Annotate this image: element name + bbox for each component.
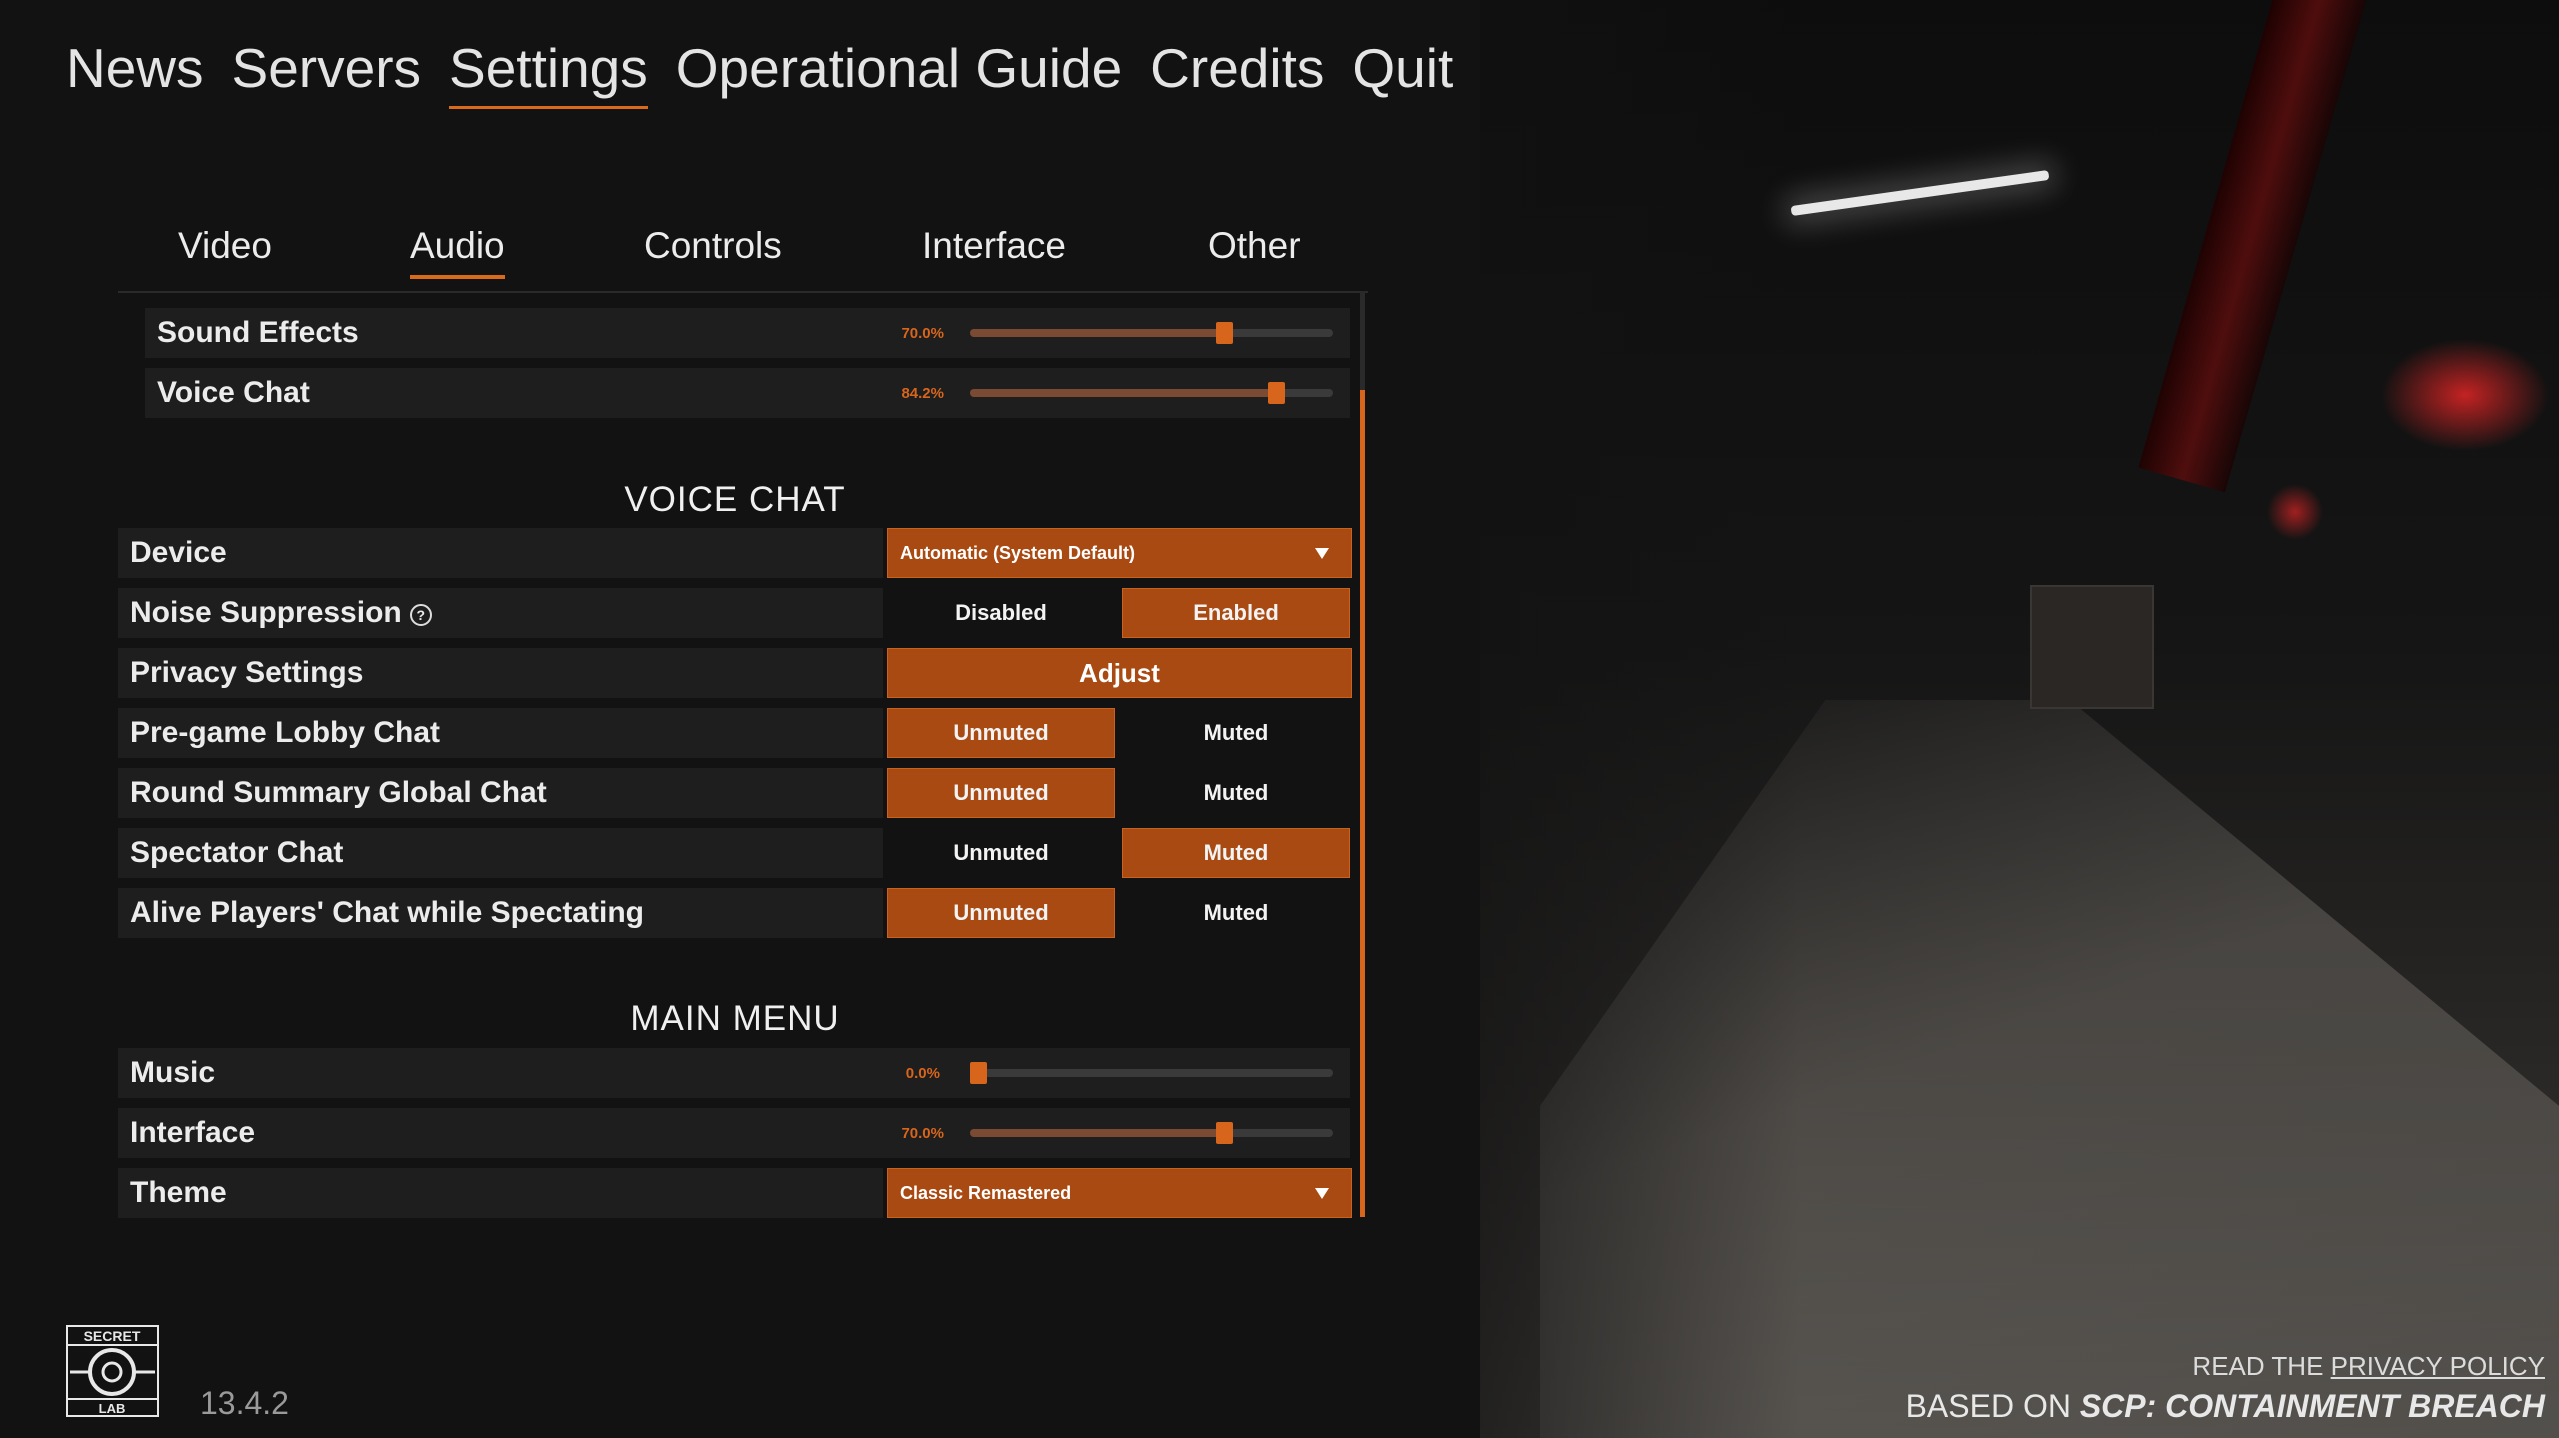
round-summary-chat-row: Round Summary Global Chat <box>118 768 883 818</box>
slider-fill <box>970 389 1276 397</box>
based-prefix: BASED ON <box>1905 1388 2071 1424</box>
settings-tabs: Video Audio Controls Interface Other <box>118 225 1363 285</box>
voice-chat-value: 84.2% <box>901 385 944 402</box>
tab-interface[interactable]: Interface <box>922 225 1066 275</box>
background-fade <box>1300 0 1800 1438</box>
slider-fill <box>970 1129 1225 1137</box>
nav-operational-guide[interactable]: Operational Guide <box>676 36 1122 109</box>
music-label: Music <box>130 1056 216 1089</box>
sound-effects-value: 70.0% <box>901 325 944 342</box>
round-summary-unmuted[interactable]: Unmuted <box>887 768 1115 818</box>
slider-knob[interactable] <box>1267 382 1285 404</box>
logo-text-top: SECRET <box>84 1328 141 1344</box>
slider-knob[interactable] <box>1216 1122 1234 1144</box>
theme-row: Theme <box>118 1168 883 1218</box>
privacy-policy-link[interactable]: PRIVACY POLICY <box>2331 1351 2545 1381</box>
pregame-lobby-chat-row: Pre-game Lobby Chat <box>118 708 883 758</box>
device-dropdown[interactable]: Automatic (System Default) <box>887 528 1352 578</box>
spectator-chat-row: Spectator Chat <box>118 828 883 878</box>
dropdown-arrow-icon <box>1315 547 1329 559</box>
dropdown-arrow-icon <box>1315 1187 1329 1199</box>
voice-chat-label: Voice Chat <box>157 376 310 409</box>
spectator-chat-muted[interactable]: Muted <box>1122 828 1350 878</box>
based-on-credit: BASED ON SCP: CONTAINMENT BREACH <box>1906 1388 2545 1425</box>
music-slider[interactable] <box>970 1062 1333 1084</box>
privacy-adjust-button[interactable]: Adjust <box>887 648 1352 698</box>
privacy-settings-row: Privacy Settings <box>118 648 883 698</box>
device-dropdown-value: Automatic (System Default) <box>900 542 1136 563</box>
device-label: Device <box>130 536 227 569</box>
tab-other[interactable]: Other <box>1208 225 1301 275</box>
voice-chat-slider[interactable] <box>970 382 1333 404</box>
theme-dropdown-value: Classic Remastered <box>900 1182 1072 1203</box>
alive-players-unmuted[interactable]: Unmuted <box>887 888 1115 938</box>
nav-credits[interactable]: Credits <box>1150 36 1324 109</box>
spectator-chat-label: Spectator Chat <box>130 836 344 869</box>
round-summary-muted[interactable]: Muted <box>1122 768 1350 818</box>
pregame-lobby-chat-label: Pre-game Lobby Chat <box>130 716 441 749</box>
section-title-main-menu: MAIN MENU <box>630 999 840 1038</box>
nav-servers[interactable]: Servers <box>232 36 422 109</box>
slider-fill <box>970 329 1225 337</box>
top-nav: News Servers Settings Operational Guide … <box>66 36 1453 109</box>
noise-suppression-disabled[interactable]: Disabled <box>887 588 1115 638</box>
slider-knob[interactable] <box>1216 322 1234 344</box>
noise-suppression-row: Noise Suppression? <box>118 588 883 638</box>
nav-news[interactable]: News <box>66 36 204 109</box>
slider-knob[interactable] <box>970 1062 987 1084</box>
tab-audio[interactable]: Audio <box>410 225 505 279</box>
privacy-notice: READ THE PRIVACY POLICY <box>2192 1351 2545 1382</box>
alive-players-chat-label: Alive Players' Chat while Spectating <box>130 896 644 929</box>
scrollbar-thumb[interactable] <box>1360 390 1365 1217</box>
nav-settings[interactable]: Settings <box>449 36 648 109</box>
interface-label: Interface <box>130 1116 256 1149</box>
round-summary-chat-label: Round Summary Global Chat <box>130 776 547 809</box>
based-game-title: SCP: CONTAINMENT BREACH <box>2079 1388 2545 1424</box>
interface-value: 70.0% <box>901 1125 944 1142</box>
alive-players-chat-row: Alive Players' Chat while Spectating <box>118 888 883 938</box>
help-icon[interactable]: ? <box>409 604 432 626</box>
device-row: Device <box>118 528 883 578</box>
section-title-voice-chat: VOICE CHAT <box>624 480 846 519</box>
noise-suppression-label: Noise Suppression <box>130 596 402 629</box>
sound-effects-slider[interactable] <box>970 322 1333 344</box>
logo-text-bottom: LAB <box>99 1401 126 1416</box>
theme-dropdown[interactable]: Classic Remastered <box>887 1168 1352 1218</box>
nav-quit[interactable]: Quit <box>1352 36 1453 109</box>
tabs-divider <box>118 291 1368 293</box>
interface-slider[interactable] <box>970 1122 1333 1144</box>
pregame-lobby-muted[interactable]: Muted <box>1122 708 1350 758</box>
tab-controls[interactable]: Controls <box>644 225 782 275</box>
noise-suppression-enabled[interactable]: Enabled <box>1122 588 1350 638</box>
background-door <box>2030 585 2154 709</box>
noise-suppression-label-wrap: Noise Suppression? <box>118 596 432 630</box>
version-number: 13.4.2 <box>200 1385 289 1421</box>
spectator-chat-unmuted[interactable]: Unmuted <box>887 828 1115 878</box>
pregame-lobby-unmuted[interactable]: Unmuted <box>887 708 1115 758</box>
sound-effects-label: Sound Effects <box>157 316 359 349</box>
music-value: 0.0% <box>905 1065 940 1082</box>
alive-players-muted[interactable]: Muted <box>1122 888 1350 938</box>
secret-lab-logo: SECRET LAB <box>66 1325 159 1417</box>
tab-video[interactable]: Video <box>178 225 272 275</box>
privacy-settings-label: Privacy Settings <box>130 656 364 689</box>
settings-scrollbar[interactable] <box>1360 292 1365 1217</box>
theme-label: Theme <box>130 1176 227 1209</box>
privacy-prefix: READ THE <box>2192 1351 2324 1381</box>
